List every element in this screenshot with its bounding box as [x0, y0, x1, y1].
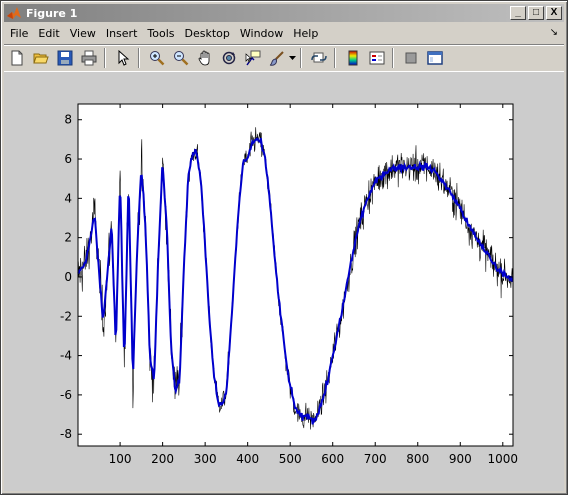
- hide-plot-tools-button[interactable]: [400, 47, 422, 69]
- link-plot-icon: [311, 52, 327, 63]
- y-tick-label: -6: [60, 388, 72, 402]
- plot-axes[interactable]: 100 200 300 400 500 600 700 800 900 1000 8 6 4 2 0 -2 -4…: [4, 72, 564, 491]
- open-file-button[interactable]: [30, 47, 52, 69]
- maximize-button[interactable]: □: [528, 6, 544, 20]
- brush-button[interactable]: [266, 47, 288, 69]
- menu-bar: File Edit View Insert Tools Desktop Wind…: [4, 24, 564, 43]
- x-tick-label: 300: [194, 452, 217, 466]
- zoom-in-icon: [150, 51, 165, 66]
- x-tick-label: 900: [449, 452, 472, 466]
- matlab-logo-icon: [7, 7, 21, 19]
- data-cursor-button[interactable]: [242, 47, 264, 69]
- close-button[interactable]: X: [546, 6, 562, 20]
- toolbar-separator: [300, 48, 302, 68]
- x-tick-label: 800: [406, 452, 429, 466]
- menu-desktop[interactable]: Desktop: [180, 27, 235, 40]
- dock-figure-icon[interactable]: ↘: [550, 27, 558, 38]
- title-bar[interactable]: Figure 1 _ □ X: [4, 4, 564, 22]
- menu-file[interactable]: File: [4, 27, 33, 40]
- menu-view[interactable]: View: [65, 27, 101, 40]
- print-icon: [81, 50, 97, 66]
- link-plot-button[interactable]: [308, 47, 330, 69]
- zoom-out-button[interactable]: [170, 47, 192, 69]
- y-tick-label: -8: [60, 427, 72, 441]
- chevron-down-icon: [288, 56, 296, 60]
- legend-icon: [369, 51, 385, 65]
- data-cursor-icon: [245, 50, 261, 66]
- toolbar-separator: [104, 48, 106, 68]
- x-tick-label: 700: [364, 452, 387, 466]
- figure-canvas: 100 200 300 400 500 600 700 800 900 1000 8 6 4 2 0 -2 -4…: [4, 72, 564, 491]
- show-plot-tools-button[interactable]: [424, 47, 446, 69]
- y-tick-label: 4: [64, 191, 72, 205]
- y-tick-label: 0: [64, 270, 72, 284]
- edit-plot-icon: [118, 50, 130, 66]
- maximize-icon: □: [532, 7, 540, 18]
- rotate-3d-icon: [222, 51, 236, 65]
- close-icon: X: [550, 7, 558, 18]
- brush-icon: [269, 51, 284, 66]
- y-tick-label: 2: [64, 231, 72, 245]
- colorbar-button[interactable]: [342, 47, 364, 69]
- window-title: Figure 1: [26, 6, 78, 20]
- toolbar-separator: [138, 48, 140, 68]
- zoom-out-icon: [174, 51, 189, 66]
- x-tick-label: 200: [151, 452, 174, 466]
- y-tick-label: 8: [64, 113, 72, 127]
- toolbar-separator: [392, 48, 394, 68]
- hide-plot-tools-icon: [405, 52, 417, 64]
- colorbar-icon: [348, 50, 358, 66]
- axes-background: [78, 104, 513, 446]
- x-tick-label: 400: [236, 452, 259, 466]
- figure-window: Figure 1 _ □ X File Edit View Insert Too…: [0, 0, 568, 495]
- y-tick-label: 6: [64, 152, 72, 166]
- figure-toolbar: [4, 44, 564, 72]
- zoom-in-button[interactable]: [146, 47, 168, 69]
- menu-insert[interactable]: Insert: [101, 27, 143, 40]
- minimize-icon: _: [515, 7, 521, 18]
- menu-tools[interactable]: Tools: [142, 27, 179, 40]
- new-figure-icon: [11, 50, 23, 66]
- save-icon: [57, 50, 73, 66]
- legend-button[interactable]: [366, 47, 388, 69]
- show-plot-tools-icon: [427, 51, 443, 65]
- edit-plot-button[interactable]: [112, 47, 134, 69]
- menu-help[interactable]: Help: [288, 27, 323, 40]
- menu-window[interactable]: Window: [235, 27, 288, 40]
- minimize-button[interactable]: _: [510, 6, 526, 20]
- save-button[interactable]: [54, 47, 76, 69]
- brush-dropdown-button[interactable]: [288, 47, 296, 69]
- toolbar-separator: [334, 48, 336, 68]
- menu-edit[interactable]: Edit: [33, 27, 64, 40]
- new-figure-button[interactable]: [6, 47, 28, 69]
- y-tick-label: -2: [60, 309, 72, 323]
- print-button[interactable]: [78, 47, 100, 69]
- x-tick-label: 1000: [488, 452, 519, 466]
- x-tick-label: 100: [109, 452, 132, 466]
- y-tick-label: -4: [60, 349, 72, 363]
- x-tick-label: 600: [321, 452, 344, 466]
- pan-button[interactable]: [194, 47, 216, 69]
- rotate-3d-button[interactable]: [218, 47, 240, 69]
- pan-icon: [198, 50, 210, 66]
- x-tick-label: 500: [279, 452, 302, 466]
- open-file-icon: [33, 53, 49, 64]
